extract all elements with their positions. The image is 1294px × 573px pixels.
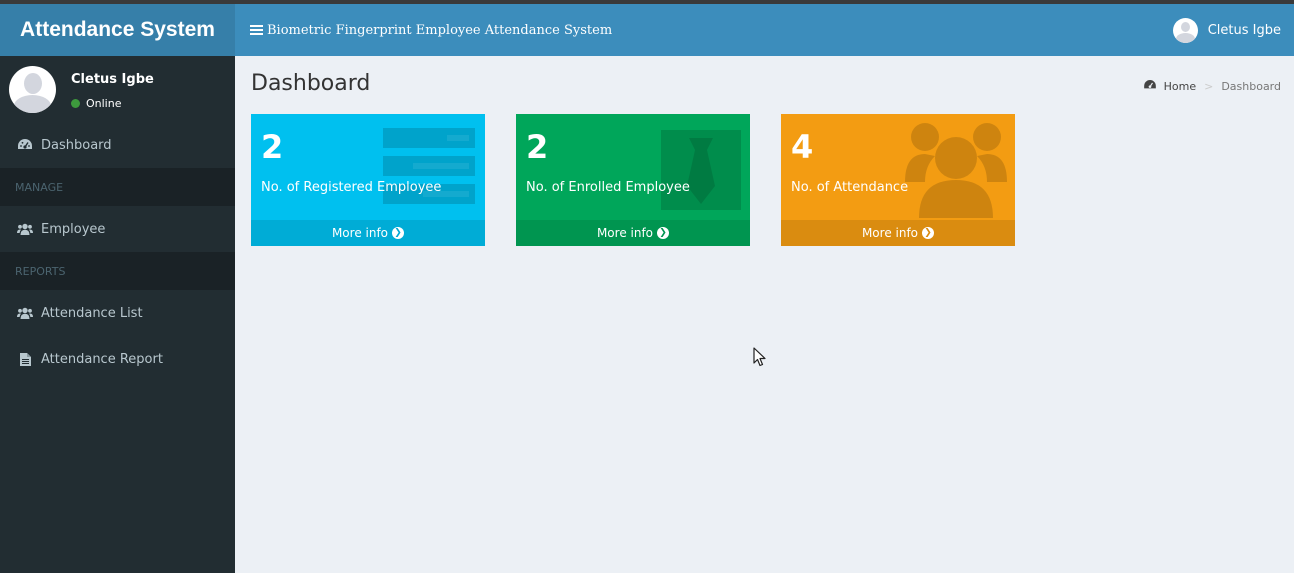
breadcrumb-current: Dashboard [1221, 80, 1281, 93]
users-icon [905, 122, 1007, 222]
sidebar-item-dashboard[interactable]: Dashboard [0, 122, 235, 168]
tie-icon [661, 130, 741, 214]
more-info-label: More info [861, 226, 919, 240]
online-dot-icon [71, 99, 80, 108]
box-label: No. of Enrolled Employee [526, 180, 690, 195]
box-count: 2 [261, 128, 284, 166]
sidebar-item-label: Dashboard [41, 137, 112, 153]
user-avatar-icon [1172, 17, 1198, 43]
sidebar-item-label: Employee [41, 221, 106, 237]
users-icon [17, 307, 33, 319]
arrow-circle-right-icon: ❯ [657, 227, 670, 239]
page-title: Dashboard [251, 71, 371, 96]
box-label: No. of Attendance [791, 180, 909, 195]
user-menu[interactable]: Cletus Igbe [1172, 4, 1281, 56]
avatar [9, 66, 56, 113]
user-panel-name: Cletus Igbe [71, 72, 154, 87]
sidebar-item-label: Attendance Report [41, 351, 163, 367]
sidebar: Cletus Igbe Online Dashboard MANAGE Empl… [0, 56, 235, 573]
more-info-link[interactable]: More info ❯ [251, 220, 485, 246]
status-text: Online [86, 97, 122, 110]
list-icon [383, 128, 475, 208]
nav-title: Biometric Fingerprint Employee Attendanc… [267, 22, 613, 38]
more-info-label: More info [331, 226, 389, 240]
breadcrumb: Home > Dashboard [1143, 80, 1281, 93]
small-box-registered: 2 No. of Registered Employee More info ❯ [251, 114, 485, 246]
mouse-cursor-icon [753, 347, 767, 371]
box-count: 2 [526, 128, 549, 166]
more-info-label: More info [596, 226, 654, 240]
user-menu-name: Cletus Igbe [1207, 22, 1281, 38]
users-icon [17, 223, 33, 235]
small-box-attendance: 4 No. of Attendance More info ❯ [781, 114, 1015, 246]
sidebar-item-attendance-report[interactable]: Attendance Report [0, 336, 235, 382]
arrow-circle-right-icon: ❯ [922, 227, 935, 239]
top-navbar: Biometric Fingerprint Employee Attendanc… [235, 4, 1294, 56]
box-label: No. of Registered Employee [261, 180, 442, 195]
box-count: 4 [791, 128, 814, 166]
breadcrumb-separator: > [1204, 80, 1214, 93]
user-panel: Cletus Igbe Online [0, 56, 235, 122]
menu-header-reports: REPORTS [0, 252, 235, 290]
menu-header-manage: MANAGE [0, 168, 235, 206]
more-info-link[interactable]: More info ❯ [781, 220, 1015, 246]
status-badge: Online [71, 97, 121, 110]
sidebar-toggle-button[interactable]: Biometric Fingerprint Employee Attendanc… [250, 23, 612, 38]
file-text-icon [17, 352, 33, 366]
hamburger-menu-icon [250, 25, 263, 35]
app-logo[interactable]: Attendance System [0, 4, 235, 56]
sidebar-item-employee[interactable]: Employee [0, 206, 235, 252]
sidebar-item-label: Attendance List [41, 305, 143, 321]
arrow-circle-right-icon: ❯ [392, 227, 405, 239]
dashboard-icon [17, 139, 33, 151]
breadcrumb-home-link[interactable]: Home [1143, 80, 1197, 93]
more-info-link[interactable]: More info ❯ [516, 220, 750, 246]
small-box-enrolled: 2 No. of Enrolled Employee More info ❯ [516, 114, 750, 246]
dashboard-icon [1143, 80, 1156, 93]
breadcrumb-home-label: Home [1163, 80, 1197, 93]
sidebar-item-attendance-list[interactable]: Attendance List [0, 290, 235, 336]
